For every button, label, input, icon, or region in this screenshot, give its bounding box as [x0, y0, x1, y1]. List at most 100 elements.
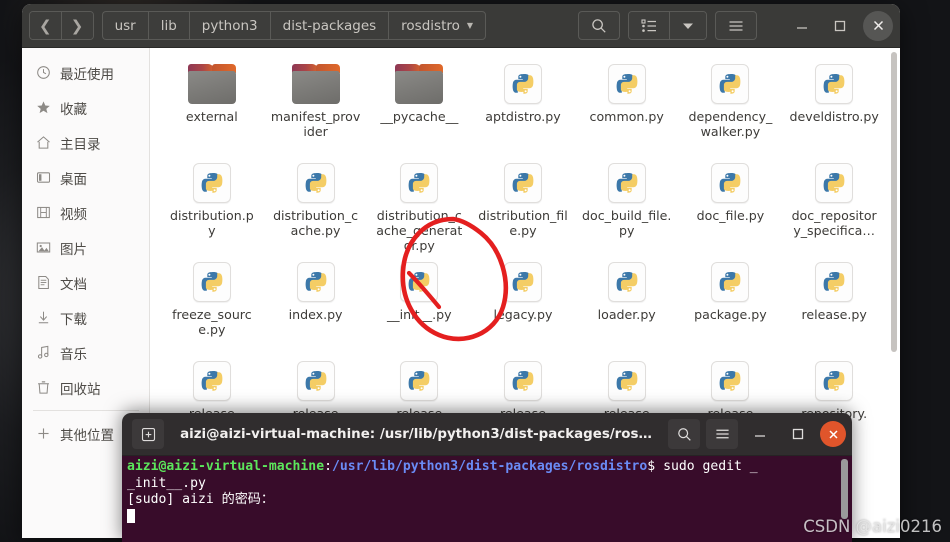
sidebar-item-music[interactable]: 音乐: [22, 335, 149, 370]
file-label: develdistro.py: [789, 109, 879, 124]
maximize-icon: [792, 428, 804, 440]
close-button[interactable]: [863, 10, 893, 41]
breadcrumb-item-usr[interactable]: usr: [101, 11, 148, 40]
file-item[interactable]: develdistro.py: [782, 58, 886, 157]
minimize-button[interactable]: [787, 11, 817, 41]
file-item[interactable]: package.py: [679, 256, 783, 355]
file-item[interactable]: aptdistro.py: [471, 58, 575, 157]
nav-button-group: ❮ ❯: [29, 11, 94, 40]
sidebar-item-label: 视频: [60, 206, 87, 223]
file-item[interactable]: distribution_cache_generator.py: [367, 157, 471, 256]
maximize-icon: [834, 20, 846, 31]
file-label: manifest_provider: [270, 109, 361, 139]
breadcrumb-item-rosdistro[interactable]: rosdistro ▼: [388, 11, 487, 40]
folder-item[interactable]: external: [160, 58, 264, 157]
sidebar-item-home[interactable]: 主目录: [22, 125, 149, 160]
terminal-menu-button[interactable]: [706, 419, 738, 449]
main-menu-button[interactable]: [715, 11, 757, 40]
file-label: dependency_walker.py: [688, 109, 773, 139]
file-item[interactable]: release.py: [782, 256, 886, 355]
view-dropdown-button[interactable]: [670, 12, 706, 39]
sidebar-item-label: 主目录: [60, 136, 101, 153]
breadcrumb-current-label: rosdistro: [401, 17, 460, 34]
python-file-icon: [503, 262, 542, 302]
sidebar-item-favorites[interactable]: 收藏: [22, 90, 149, 125]
file-label: distribution_cache.py: [273, 208, 359, 238]
new-tab-icon: [141, 427, 155, 441]
python-file-icon: [607, 262, 646, 302]
file-item[interactable]: distribution.py: [160, 157, 264, 256]
file-item[interactable]: distribution_cache.py: [264, 157, 368, 256]
hamburger-menu-icon: [715, 429, 729, 439]
sidebar-item-label: 文档: [60, 276, 87, 293]
folder-item[interactable]: __pycache__: [367, 58, 471, 157]
file-label: legacy.py: [493, 307, 553, 322]
terminal-prompt-dollar: $: [647, 459, 656, 474]
sidebar-item-documents[interactable]: 文档: [22, 265, 149, 300]
terminal-header-bar: aizi@aizi-virtual-machine: /usr/lib/pyth…: [122, 413, 852, 456]
python-file-icon: [607, 64, 646, 104]
file-item[interactable]: distribution_file.py: [471, 157, 575, 256]
file-label: doc_build_file.py: [582, 208, 672, 238]
file-label: doc_repository_specifica…: [791, 208, 877, 238]
sidebar-item-downloads[interactable]: 下载: [22, 300, 149, 335]
file-label: package.py: [694, 307, 767, 322]
sidebar-item-desktop[interactable]: 桌面: [22, 160, 149, 195]
file-item[interactable]: index.py: [264, 256, 368, 355]
breadcrumb-item-lib[interactable]: lib: [147, 11, 189, 40]
terminal-maximize-button[interactable]: [782, 419, 814, 449]
python-file-icon: [815, 163, 854, 203]
file-item[interactable]: doc_file.py: [679, 157, 783, 256]
folder-icon: [187, 64, 236, 104]
breadcrumb-item-dist-packages[interactable]: dist-packages: [269, 11, 389, 40]
file-item[interactable]: legacy.py: [471, 256, 575, 355]
sidebar-item-trash[interactable]: 回收站: [22, 370, 149, 405]
file-list-scrollbar[interactable]: [891, 52, 897, 352]
file-label: external: [185, 109, 238, 124]
file-label: doc_file.py: [696, 208, 765, 223]
sidebar-item-label: 图片: [60, 241, 87, 258]
file-item[interactable]: doc_repository_specifica…: [782, 157, 886, 256]
list-view-button[interactable]: [629, 12, 670, 39]
python-file-icon: [192, 262, 231, 302]
file-item[interactable]: loader.py: [575, 256, 679, 355]
search-button[interactable]: [578, 11, 620, 40]
file-label: index.py: [288, 307, 343, 322]
sidebar-divider: [33, 410, 139, 411]
terminal-command-text: sudo gedit _: [655, 459, 758, 474]
back-button[interactable]: ❮: [30, 12, 62, 39]
folder-item[interactable]: manifest_provider: [264, 58, 368, 157]
python-file-icon: [296, 361, 335, 401]
forward-button[interactable]: ❯: [61, 12, 93, 39]
terminal-close-button[interactable]: [820, 421, 846, 447]
clock-icon: [35, 65, 51, 81]
breadcrumb-item-python3[interactable]: python3: [188, 11, 270, 40]
terminal-prompt-path: /usr/lib/python3/dist-packages/rosdistro: [331, 459, 648, 474]
file-label: __pycache__: [380, 109, 459, 124]
maximize-button[interactable]: [825, 11, 855, 41]
sidebar-item-label: 桌面: [60, 171, 87, 188]
terminal-title: aizi@aizi-virtual-machine: /usr/lib/pyth…: [180, 426, 652, 442]
file-item[interactable]: __init__.py: [367, 256, 471, 355]
file-item[interactable]: dependency_walker.py: [679, 58, 783, 157]
terminal-minimize-button[interactable]: [744, 419, 776, 449]
list-view-icon: [641, 18, 656, 32]
close-icon: [828, 429, 838, 439]
search-icon: [677, 427, 691, 441]
sidebar-item-videos[interactable]: 视频: [22, 195, 149, 230]
sidebar-item-recent[interactable]: 最近使用: [22, 55, 149, 90]
new-tab-button[interactable]: [132, 419, 164, 449]
home-icon: [35, 135, 51, 151]
file-item[interactable]: common.py: [575, 58, 679, 157]
terminal-scrollbar[interactable]: [841, 459, 848, 519]
python-file-icon: [711, 262, 750, 302]
picture-icon: [35, 240, 51, 256]
sidebar-item-pictures[interactable]: 图片: [22, 230, 149, 265]
file-item[interactable]: freeze_source.py: [160, 256, 264, 355]
document-icon: [35, 275, 51, 291]
plus-icon: [35, 426, 51, 442]
terminal-search-button[interactable]: [668, 419, 700, 449]
terminal-output-area[interactable]: aizi@aizi-virtual-machine:/usr/lib/pytho…: [122, 456, 852, 542]
chevron-down-icon: [683, 23, 693, 29]
file-item[interactable]: doc_build_file.py: [575, 157, 679, 256]
